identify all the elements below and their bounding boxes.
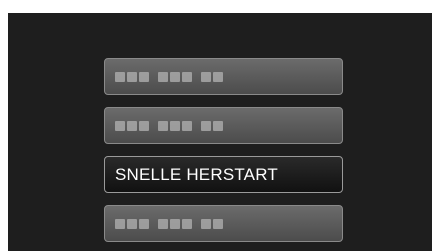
menu-item-1[interactable] [104,58,343,95]
placeholder-text [115,218,223,229]
camera-menu-screen: SNELLE HERSTART [8,13,432,251]
placeholder-text [115,120,223,131]
menu-item-label: SNELLE HERSTART [115,164,278,184]
menu-item-snelle-herstart[interactable]: SNELLE HERSTART [104,156,343,193]
menu-item-2[interactable] [104,107,343,144]
menu-item-4[interactable] [104,205,343,242]
placeholder-text [115,71,223,82]
